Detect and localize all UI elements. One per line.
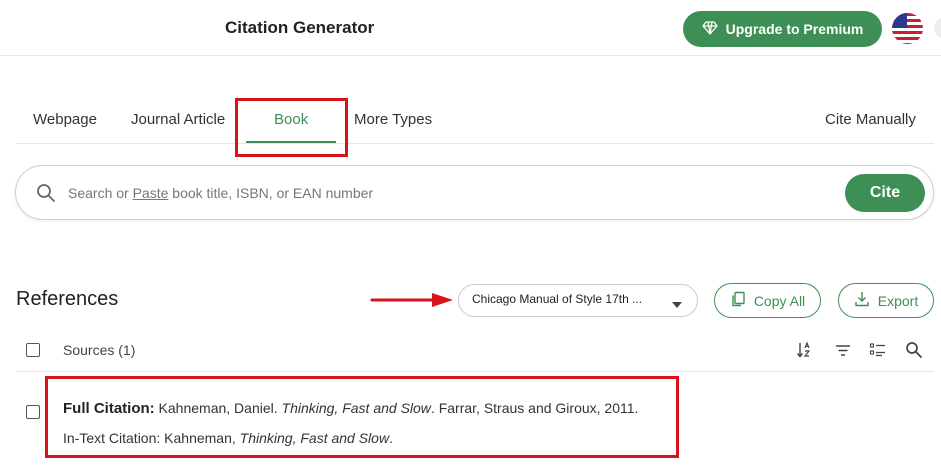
upgrade-premium-label: Upgrade to Premium (725, 21, 864, 37)
cite-manually-link[interactable]: Cite Manually (825, 111, 916, 128)
search-icon (36, 183, 56, 203)
tab-more-types[interactable]: More Types (354, 111, 432, 128)
sources-count: Sources (1) (63, 342, 136, 358)
search-input[interactable]: Search or Paste book title, ISBN, or EAN… (68, 185, 373, 201)
profile-avatar[interactable] (934, 17, 941, 39)
search-placeholder-post: book title, ISBN, or EAN number (168, 185, 374, 201)
export-button[interactable]: Export (838, 283, 934, 318)
annotation-box-book-tab (235, 98, 348, 157)
sort-icon[interactable] (796, 341, 814, 359)
diamond-icon (701, 20, 718, 39)
download-icon (854, 291, 870, 310)
list-icon[interactable] (869, 341, 887, 359)
cite-button[interactable]: Cite (845, 174, 925, 212)
search-placeholder-pre: Search or (68, 185, 133, 201)
copy-all-label: Copy All (753, 292, 806, 309)
references-heading: References (16, 288, 119, 310)
tab-webpage[interactable]: Webpage (33, 111, 97, 128)
chevron-down-icon (671, 296, 683, 308)
search-references-icon[interactable] (905, 341, 923, 359)
filter-icon[interactable] (834, 341, 852, 359)
select-all-checkbox[interactable] (26, 343, 40, 357)
sources-divider (16, 371, 934, 372)
upgrade-premium-button[interactable]: Upgrade to Premium (683, 11, 882, 47)
copy-all-button[interactable]: Copy All (714, 283, 821, 318)
header-divider (0, 55, 941, 56)
export-label: Export (877, 292, 919, 309)
annotation-arrow (370, 290, 455, 310)
paste-link[interactable]: Paste (133, 185, 169, 201)
tab-journal-article[interactable]: Journal Article (131, 111, 225, 128)
tabs-divider (16, 143, 934, 144)
citation-checkbox[interactable] (26, 405, 40, 419)
us-flag-icon[interactable] (892, 13, 923, 44)
copy-icon (730, 291, 746, 310)
page-title: Citation Generator (225, 18, 375, 37)
citation-style-value: Chicago Manual of Style 17th ... (472, 292, 643, 306)
annotation-box-citation (45, 376, 679, 458)
